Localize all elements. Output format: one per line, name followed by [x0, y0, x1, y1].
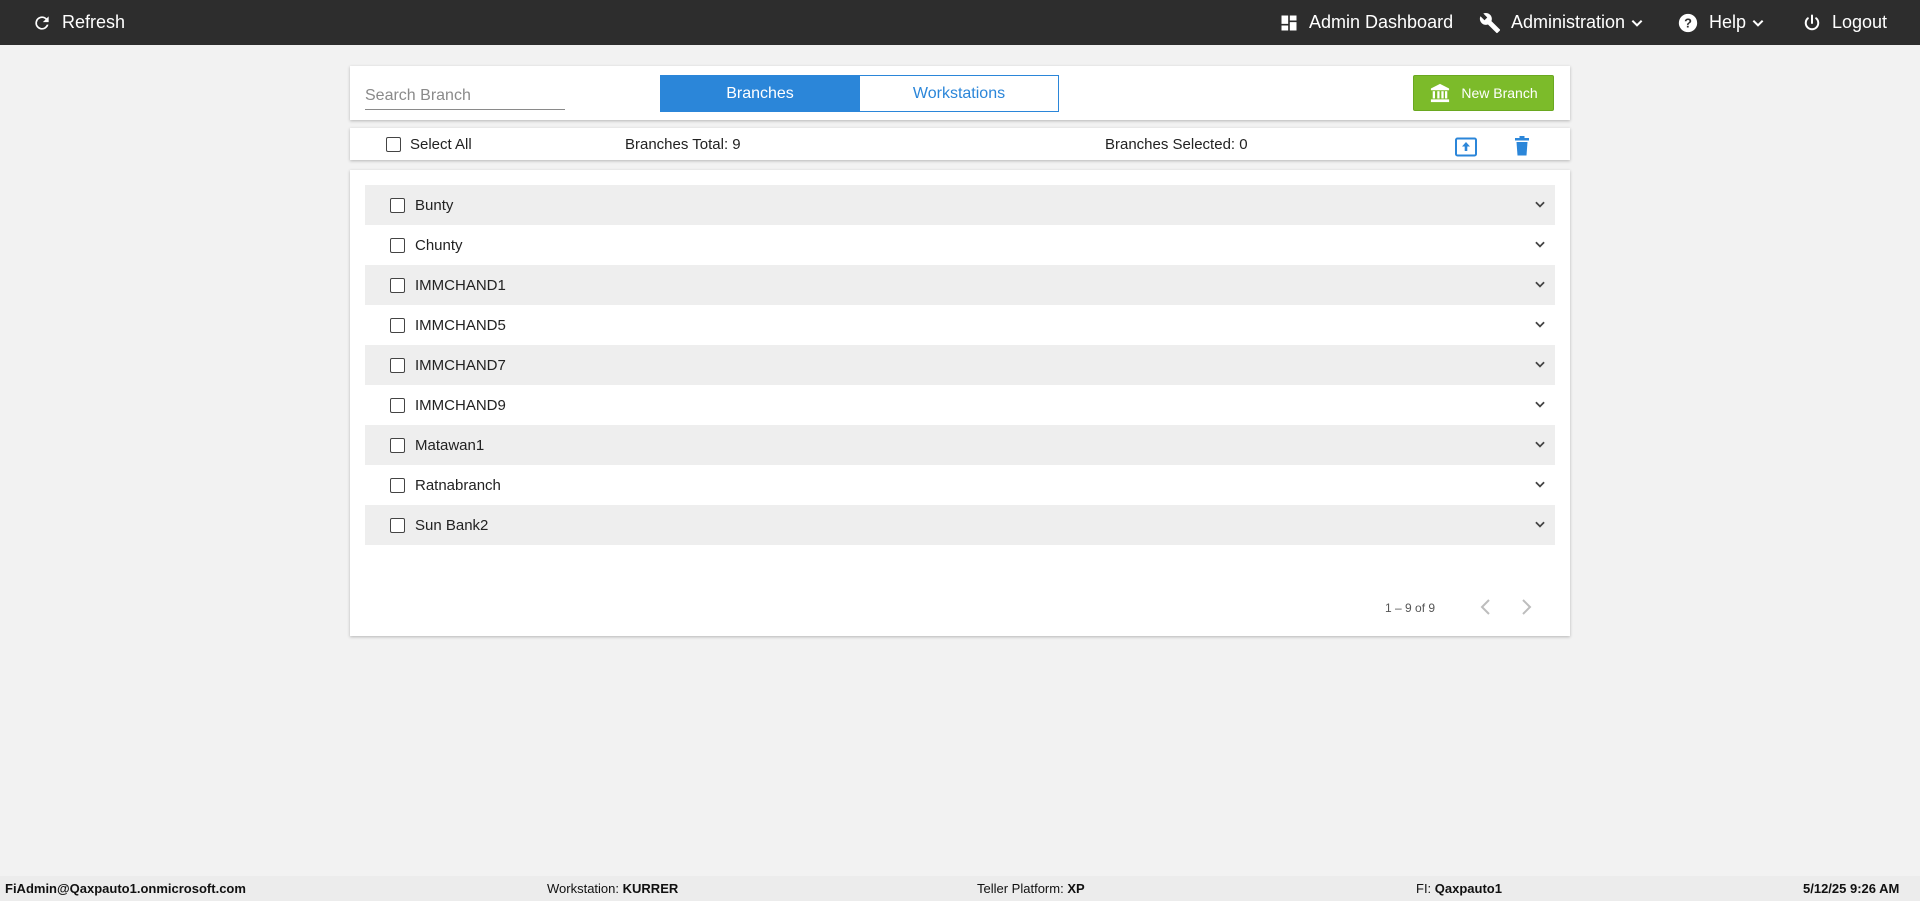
branch-name: Matawan1: [415, 436, 485, 454]
chevron-down-icon: [1751, 16, 1765, 30]
chevron-down-icon: [1630, 16, 1644, 30]
admin-dashboard-label: Admin Dashboard: [1309, 12, 1454, 32]
checkbox[interactable]: [390, 477, 405, 493]
footer-user: FiAdmin@Qaxpauto1.onmicrosoft.com: [5, 881, 246, 896]
chevron-right-icon[interactable]: [1519, 598, 1533, 616]
administration-label: Administration: [1511, 12, 1626, 32]
checkbox[interactable]: [390, 357, 405, 373]
help-menu[interactable]: ? Help: [1677, 0, 1765, 45]
search-branch-input[interactable]: [365, 82, 565, 110]
footer-workstation: Workstation: KURRER: [547, 881, 679, 896]
branch-toolbar-card: [350, 128, 1570, 160]
branches-total-count: Branches Total: 9: [625, 136, 741, 153]
branch-name: IMMCHAND1: [415, 276, 506, 294]
help-label: Help: [1709, 12, 1747, 32]
list-item[interactable]: IMMCHAND5: [365, 305, 1555, 345]
list-item[interactable]: IMMCHAND9: [365, 385, 1555, 425]
select-all-label: Select All: [410, 136, 472, 153]
footer-datetime: 5/12/25 9:26 AM: [1803, 881, 1900, 896]
footer-fi: FI: Qaxpauto1: [1416, 881, 1502, 896]
top-navigation-bar: Refresh Admin Dashboard Administration ?…: [0, 0, 1920, 45]
checkbox[interactable]: [390, 437, 405, 453]
administration-menu[interactable]: Administration: [1479, 0, 1644, 45]
status-footer: FiAdmin@Qaxpauto1.onmicrosoft.com Workst…: [0, 876, 1920, 901]
refrescribe-icon: [32, 13, 52, 33]
logout-button[interactable]: Logout: [1802, 0, 1887, 45]
tab-workstations[interactable]: Workstations: [859, 75, 1059, 112]
tab-branches[interactable]: Branches: [660, 75, 860, 112]
pagination-range: 1 – 9 of 9: [1385, 601, 1436, 615]
chevron-down-icon[interactable]: [1533, 237, 1547, 251]
branch-name: IMMCHAND7: [415, 356, 506, 374]
checkbox[interactable]: [390, 197, 405, 213]
svg-text:?: ?: [1684, 15, 1692, 30]
checkbox[interactable]: [390, 517, 405, 533]
checkbox[interactable]: [390, 397, 405, 413]
branch-name: IMMCHAND9: [415, 396, 506, 414]
admin-dashboard-link[interactable]: Admin Dashboard: [1279, 0, 1453, 45]
power-icon: [1802, 13, 1822, 33]
bank-icon: [1429, 83, 1451, 103]
chevron-down-icon[interactable]: [1533, 517, 1547, 531]
chevron-down-icon[interactable]: [1533, 277, 1547, 291]
checkbox[interactable]: [390, 237, 405, 253]
chevron-down-icon[interactable]: [1533, 397, 1547, 411]
dashboard-icon: [1279, 13, 1299, 33]
chevron-down-icon[interactable]: [1533, 317, 1547, 331]
chevron-down-icon[interactable]: [1533, 357, 1547, 371]
checkbox[interactable]: [390, 317, 405, 333]
checkbox[interactable]: [390, 277, 405, 293]
logout-label: Logout: [1832, 12, 1888, 32]
help-icon: ?: [1677, 12, 1699, 34]
refresh-button[interactable]: Refresh: [32, 0, 125, 45]
chevron-down-icon[interactable]: [1533, 197, 1547, 211]
list-item[interactable]: Sun Bank2: [365, 505, 1555, 545]
branches-selected-count: Branches Selected: 0: [1105, 136, 1248, 153]
list-item[interactable]: Bunty: [365, 185, 1555, 225]
chevron-left-icon[interactable]: [1479, 598, 1493, 616]
list-item[interactable]: Ratnabranch: [365, 465, 1555, 505]
new-branch-button[interactable]: New Branch: [1413, 75, 1554, 111]
list-item[interactable]: Chunty: [365, 225, 1555, 265]
trash-icon[interactable]: [1514, 136, 1530, 156]
branch-name: Bunty: [415, 196, 454, 214]
branch-name: IMMCHAND5: [415, 316, 506, 334]
branch-name: Ratnabranch: [415, 476, 501, 494]
chevron-down-icon[interactable]: [1533, 477, 1547, 491]
wrench-icon: [1479, 12, 1501, 34]
refresh-label: Refresh: [62, 12, 126, 32]
footer-teller-platform: Teller Platform: XP: [977, 881, 1085, 896]
upload-icon[interactable]: [1455, 137, 1477, 157]
list-item[interactable]: IMMCHAND1: [365, 265, 1555, 305]
list-item[interactable]: Matawan1: [365, 425, 1555, 465]
list-item[interactable]: IMMCHAND7: [365, 345, 1555, 385]
chevron-down-icon[interactable]: [1533, 437, 1547, 451]
select-all-checkbox[interactable]: Select All: [386, 136, 472, 153]
branch-name: Chunty: [415, 236, 463, 254]
new-branch-label: New Branch: [1461, 85, 1538, 101]
branch-name: Sun Bank2: [415, 516, 489, 534]
checkbox[interactable]: [386, 137, 401, 152]
